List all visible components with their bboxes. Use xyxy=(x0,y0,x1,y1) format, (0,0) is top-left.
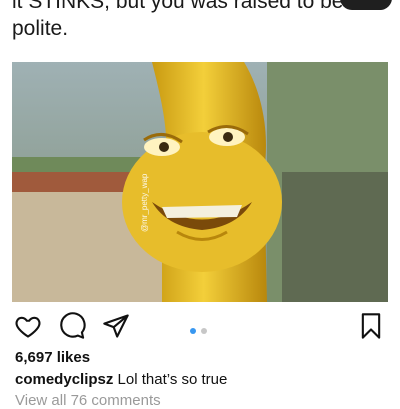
caption-line: it STINKS, but you was raised to be xyxy=(12,0,344,13)
more-options-button[interactable] xyxy=(340,0,392,10)
post-caption: it STINKS, but you was raised to be poli… xyxy=(12,0,344,42)
comment-username[interactable]: comedyclipsz xyxy=(15,371,113,388)
banana-photo xyxy=(12,62,388,302)
comment: comedyclipsz Lol that’s so true xyxy=(15,371,227,388)
image-watermark: @mr_petty_wap xyxy=(140,173,149,232)
action-bar xyxy=(0,308,400,344)
bookmark-icon[interactable] xyxy=(357,312,385,340)
carousel-dot-active xyxy=(190,328,196,334)
carousel-dot xyxy=(201,328,207,334)
comment-icon[interactable] xyxy=(58,312,86,340)
caption-line: polite. xyxy=(12,17,69,40)
heart-icon[interactable] xyxy=(14,312,42,340)
send-icon[interactable] xyxy=(102,312,130,340)
likes-count[interactable]: 6,697 likes xyxy=(15,349,90,366)
view-all-comments-link[interactable]: View all 76 comments xyxy=(15,392,161,409)
post-image[interactable]: @mr_petty_wap xyxy=(12,62,388,302)
comment-text: Lol that’s so true xyxy=(117,371,228,388)
